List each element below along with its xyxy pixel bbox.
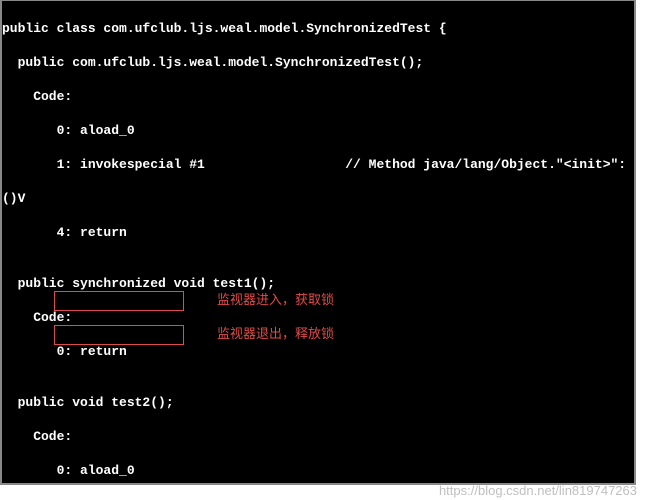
code-line: Code:	[2, 88, 634, 105]
code-line: public void test2();	[2, 394, 634, 411]
code-line: 0: aload_0	[2, 122, 634, 139]
code-line: 0: return	[2, 343, 634, 360]
annotation-monitorexit: 监视器退出，释放锁	[217, 325, 334, 342]
highlight-monitorenter	[54, 291, 184, 311]
bytecode-terminal: public class com.ufclub.ljs.weal.model.S…	[0, 0, 636, 485]
code-line: Code:	[2, 309, 634, 326]
code-line: public synchronized void test1();	[2, 275, 634, 292]
code-line: ()V	[2, 190, 634, 207]
code-line: 1: invokespecial #1 // Method java/lang/…	[2, 156, 634, 173]
watermark-url: https://blog.csdn.net/lin819747263	[439, 483, 637, 498]
code-line: Code:	[2, 428, 634, 445]
code-line: public com.ufclub.ljs.weal.model.Synchro…	[2, 54, 634, 71]
code-line: public class com.ufclub.ljs.weal.model.S…	[2, 20, 634, 37]
annotation-monitorenter: 监视器进入，获取锁	[217, 291, 334, 308]
code-line: 4: return	[2, 224, 634, 241]
highlight-monitorexit	[54, 325, 184, 345]
code-line: 0: aload_0	[2, 462, 634, 479]
